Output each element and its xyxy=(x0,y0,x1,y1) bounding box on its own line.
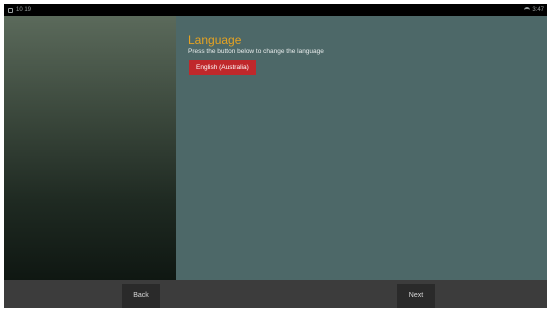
page-description: Press the button below to change the lan… xyxy=(188,48,324,55)
device-screen: 10 19 3:47 Language Press the button bel… xyxy=(4,4,547,308)
background-image-panel xyxy=(4,16,176,280)
wifi-icon xyxy=(524,7,531,13)
language-settings-panel: Language Press the button below to chang… xyxy=(176,16,547,280)
page-title: Language xyxy=(188,33,242,47)
status-left: 10 19 xyxy=(8,4,31,16)
back-button[interactable]: Back xyxy=(122,284,160,308)
status-bar: 10 19 3:47 xyxy=(4,4,547,16)
notification-icon xyxy=(8,7,13,13)
language-select-button[interactable]: English (Australia) xyxy=(189,60,256,75)
status-right: 3:47 xyxy=(524,4,544,16)
status-left-text: 10 19 xyxy=(16,7,32,13)
next-button[interactable]: Next xyxy=(397,284,435,308)
navigation-bar: Back Next xyxy=(4,280,547,308)
status-clock: 3:47 xyxy=(532,7,544,13)
